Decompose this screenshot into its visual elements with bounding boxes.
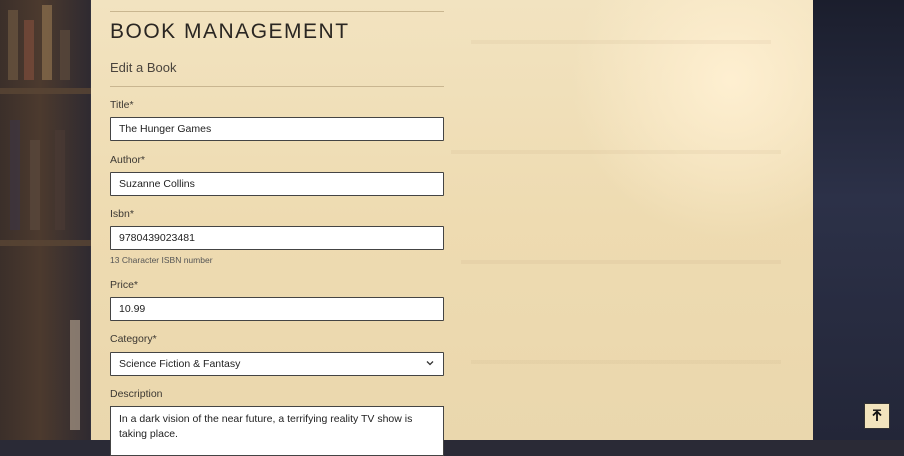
book-decoration <box>8 10 18 80</box>
background-right-shelf <box>812 0 904 440</box>
title-input[interactable]: The Hunger Games <box>110 117 444 141</box>
arrow-up-icon <box>872 409 882 421</box>
description-label: Description <box>110 388 163 400</box>
divider <box>110 86 444 87</box>
isbn-help-text: 13 Character ISBN number <box>110 255 213 265</box>
description-textarea[interactable]: In a dark vision of the near future, a t… <box>110 406 444 456</box>
book-decoration <box>42 5 52 80</box>
book-decoration <box>10 120 20 230</box>
price-input[interactable]: 10.99 <box>110 297 444 321</box>
category-select-value: Science Fiction & Fantasy <box>119 358 241 370</box>
category-select[interactable]: Science Fiction & Fantasy <box>110 352 444 376</box>
book-decoration <box>60 30 70 80</box>
back-to-top-button[interactable] <box>864 403 890 429</box>
page-subtitle: Edit a Book <box>110 60 177 75</box>
price-label: Price* <box>110 279 139 291</box>
title-label: Title* <box>110 99 134 111</box>
book-decoration <box>55 130 65 230</box>
shelf-decoration <box>0 88 92 94</box>
book-decoration <box>70 320 80 430</box>
author-input[interactable]: Suzanne Collins <box>110 172 444 196</box>
book-decoration <box>30 140 40 230</box>
page-title: BOOK MANAGEMENT <box>110 20 350 43</box>
isbn-label: Isbn* <box>110 208 134 220</box>
shelf-decoration <box>0 240 92 246</box>
divider <box>110 11 444 12</box>
author-label: Author* <box>110 154 146 166</box>
book-decoration <box>24 20 34 80</box>
chevron-down-icon <box>426 361 434 366</box>
isbn-input[interactable]: 9780439023481 <box>110 226 444 250</box>
category-label: Category* <box>110 333 157 345</box>
